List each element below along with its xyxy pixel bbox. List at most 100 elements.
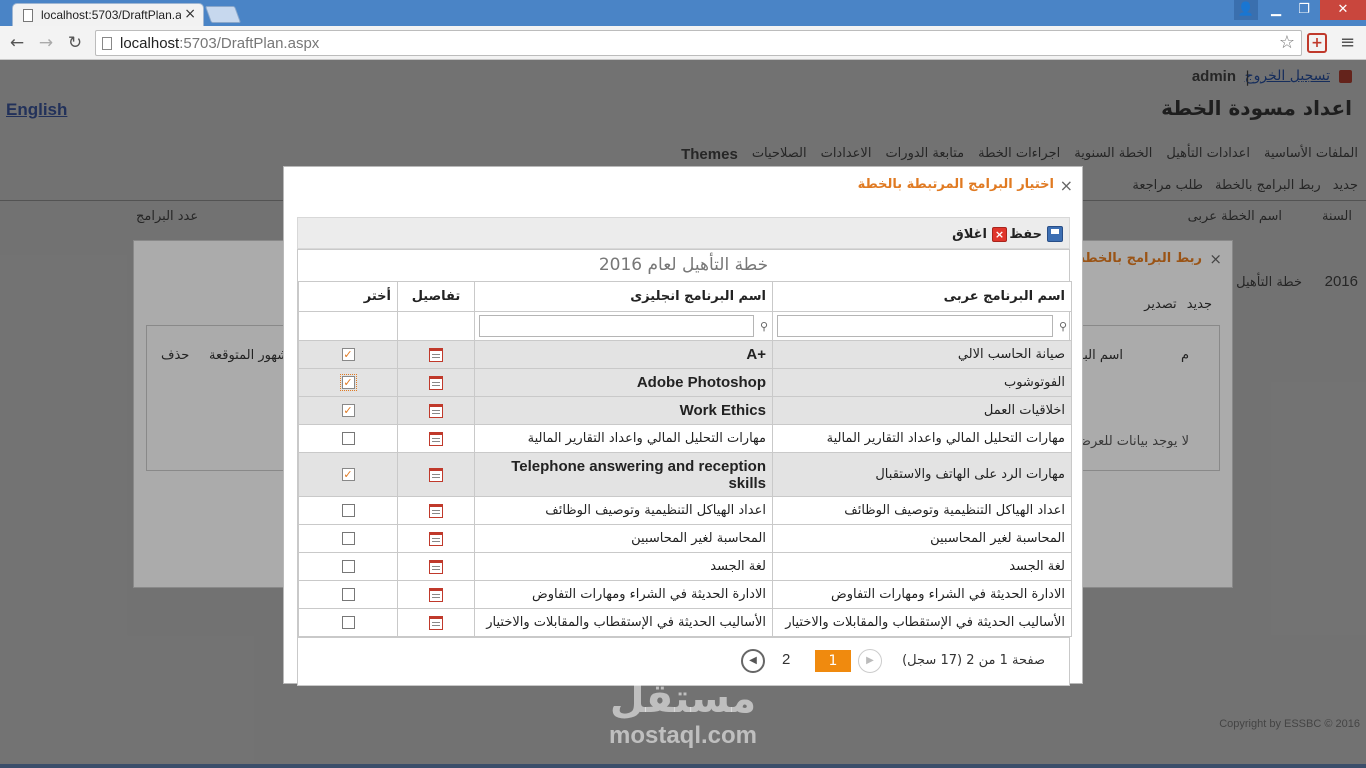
reload-icon[interactable]: ↻ (64, 32, 86, 54)
table-row[interactable]: الأساليب الحديثة في الإستقطاب والمقابلات… (298, 608, 1072, 637)
cell-select: ✓ (298, 396, 398, 425)
close-icon[interactable]: × (1060, 176, 1073, 195)
cell-select: ✓ (298, 452, 398, 497)
column-header-details: تفاصيل (397, 281, 475, 312)
url-text: localhost:5703/DraftPlan.aspx (120, 35, 320, 52)
details-calendar-icon[interactable] (429, 503, 443, 518)
watermark-ar: مستقل (609, 676, 757, 722)
cell-name-en: Work Ethics (474, 396, 773, 425)
cell-name-en: مهارات التحليل المالي واعداد التقارير ال… (474, 424, 773, 453)
table-row[interactable]: مهارات التحليل المالي واعداد التقارير ال… (298, 424, 1072, 453)
select-checkbox[interactable]: ✓ (339, 374, 357, 391)
select-checkbox[interactable] (341, 504, 355, 517)
cell-select (298, 552, 398, 581)
select-checkbox[interactable] (341, 560, 355, 573)
cell-details (397, 608, 475, 637)
new-tab-button[interactable] (204, 6, 242, 23)
select-checkbox[interactable] (341, 588, 355, 601)
cell-name-en: Adobe Photoshop (474, 368, 773, 397)
cell-details (397, 452, 475, 497)
filter-name-en-input[interactable] (479, 315, 754, 337)
table-row[interactable]: مهارات الرد على الهاتف والاستقبال Telepho… (298, 452, 1072, 497)
details-calendar-icon[interactable] (429, 531, 443, 546)
cell-select (298, 580, 398, 609)
filter-name-ar-input[interactable] (777, 315, 1053, 337)
cell-name-ar: الأساليب الحديثة في الإستقطاب والمقابلات… (772, 608, 1072, 637)
browser-menu-icon[interactable]: ≡ (1340, 32, 1355, 53)
select-checkbox[interactable]: ✓ (341, 468, 355, 481)
cell-select (298, 524, 398, 553)
filter-icon[interactable]: ⚲ (758, 320, 768, 333)
current-page-button[interactable]: 1 (815, 650, 851, 672)
filter-cell-empty (298, 311, 398, 341)
next-page-icon[interactable]: ◀ (741, 649, 765, 673)
cell-details (397, 580, 475, 609)
window-close-button[interactable]: ✕ (1320, 0, 1366, 20)
table-row[interactable]: المحاسبة لغير المحاسبين المحاسبة لغير الم… (298, 524, 1072, 553)
select-checkbox[interactable]: ✓ (341, 348, 355, 361)
details-calendar-icon[interactable] (429, 403, 443, 418)
details-calendar-icon[interactable] (429, 375, 443, 390)
bookmark-star-icon[interactable]: ☆ (1279, 32, 1295, 53)
select-checkbox[interactable] (341, 616, 355, 629)
modal-title: اختيار البرامج المرتبطة بالخطة (857, 177, 1054, 192)
table-row[interactable]: صيانة الحاسب الالي A+ ✓ (298, 340, 1072, 369)
select-checkbox[interactable] (341, 432, 355, 445)
close-button[interactable]: × اغلاق (952, 224, 1007, 244)
close-label: اغلاق (952, 226, 987, 242)
table-row[interactable]: الفوتوشوب Adobe Photoshop ✓ (298, 368, 1072, 397)
cell-details (397, 396, 475, 425)
cell-details (397, 552, 475, 581)
cell-name-en: الأساليب الحديثة في الإستقطاب والمقابلات… (474, 608, 773, 637)
cell-select (298, 496, 398, 525)
column-header-name-ar[interactable]: اسم البرنامج عربى (772, 281, 1072, 312)
modal-toolbar: حفظ × اغلاق (297, 217, 1070, 249)
select-checkbox[interactable] (341, 532, 355, 545)
cell-name-ar: الفوتوشوب (772, 368, 1072, 397)
user-profile-icon[interactable]: 👤 (1234, 0, 1258, 20)
filter-icon[interactable]: ⚲ (1057, 320, 1067, 333)
watermark-en: mostaql.com (608, 722, 758, 749)
header-row: اسم البرنامج عربى اسم البرنامج انجليزى ت… (298, 281, 1072, 312)
table-row[interactable]: الادارة الحديثة في الشراء ومهارات التفاو… (298, 580, 1072, 609)
back-arrow-icon[interactable]: ← (6, 32, 28, 54)
cell-name-ar: الادارة الحديثة في الشراء ومهارات التفاو… (772, 580, 1072, 609)
browser-tabbar: localhost:5703/DraftPlan.a × 👤 ▁ ❐ ✕ (0, 0, 1366, 26)
table-row[interactable]: اخلاقيات العمل Work Ethics ✓ (298, 396, 1072, 425)
details-calendar-icon[interactable] (429, 431, 443, 446)
cell-select (298, 424, 398, 453)
browser-tab[interactable]: localhost:5703/DraftPlan.a × (12, 3, 204, 26)
column-header-select: أختر (298, 281, 398, 312)
details-calendar-icon[interactable] (429, 467, 443, 482)
details-calendar-icon[interactable] (429, 347, 443, 362)
minimize-button[interactable]: ▁ (1263, 0, 1289, 20)
filter-row: ⚲ ⚲ (298, 311, 1072, 341)
address-bar[interactable]: localhost:5703/DraftPlan.aspx ☆ (95, 30, 1302, 56)
column-header-name-en[interactable]: اسم البرنامج انجليزى (474, 281, 773, 312)
save-label: حفظ (1009, 226, 1042, 242)
details-calendar-icon[interactable] (429, 615, 443, 630)
programs-tbody: صيانة الحاسب الالي A+ ✓ الفوتوشوب Adobe Phot… (298, 340, 1072, 637)
details-calendar-icon[interactable] (429, 587, 443, 602)
cell-name-en: لغة الجسد (474, 552, 773, 581)
filter-cell: ⚲ (474, 311, 773, 341)
page-2-button[interactable]: 2 (782, 651, 790, 668)
filter-cell-empty (397, 311, 475, 341)
cell-name-ar: المحاسبة لغير المحاسبين (772, 524, 1072, 553)
programs-grid: خطة التأهيل لعام 2016 اسم البرنامج عربى … (297, 249, 1072, 686)
cell-name-en: الادارة الحديثة في الشراء ومهارات التفاو… (474, 580, 773, 609)
tab-close-icon[interactable]: × (184, 6, 196, 22)
maximize-button[interactable]: ❐ (1291, 0, 1317, 20)
details-calendar-icon[interactable] (429, 559, 443, 574)
extension-icon[interactable]: + (1307, 33, 1327, 53)
cell-name-ar: مهارات الرد على الهاتف والاستقبال (772, 452, 1072, 497)
forward-arrow-icon[interactable]: → (35, 32, 57, 54)
save-button[interactable]: حفظ (1009, 224, 1063, 244)
cell-select (298, 608, 398, 637)
table-row[interactable]: اعداد الهياكل التنظيمية وتوصيف الوظائف اع… (298, 496, 1072, 525)
cell-name-ar: اعداد الهياكل التنظيمية وتوصيف الوظائف (772, 496, 1072, 525)
cell-name-ar: مهارات التحليل المالي واعداد التقارير ال… (772, 424, 1072, 453)
cell-name-ar: اخلاقيات العمل (772, 396, 1072, 425)
table-row[interactable]: لغة الجسد لغة الجسد (298, 552, 1072, 581)
select-checkbox[interactable]: ✓ (341, 404, 355, 417)
